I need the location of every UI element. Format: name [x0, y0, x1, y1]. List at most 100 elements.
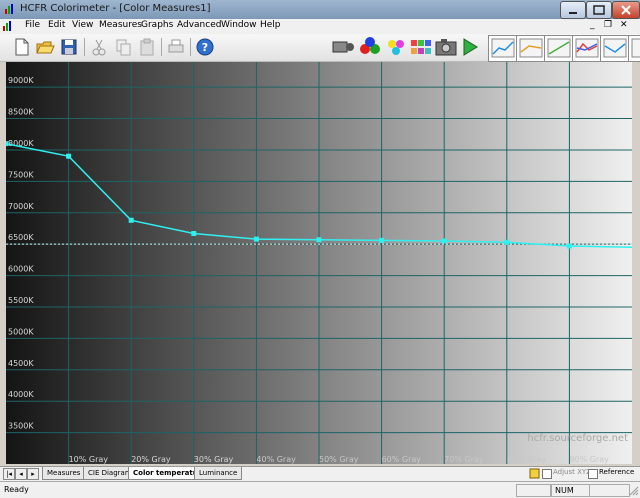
copy-icon[interactable]: [112, 36, 134, 58]
y-tick-label: 7000K: [8, 202, 34, 211]
graph6-button[interactable]: [628, 35, 640, 62]
y-tick-label: 9000K: [8, 76, 34, 85]
svg-text:?: ?: [202, 41, 208, 54]
data-point: [379, 237, 385, 243]
y-tick-label: 4500K: [8, 359, 34, 368]
child-close-icon[interactable]: ✕: [620, 20, 628, 30]
graph4-button[interactable]: [572, 35, 602, 62]
graph6-icon: [631, 38, 640, 58]
data-point: [566, 243, 572, 249]
x-tick-label: 80% Gray: [507, 455, 547, 464]
graph1-icon: [491, 38, 515, 58]
window-title: HCFR Colorimeter - [Color Measures1]: [20, 3, 211, 14]
toolbar-separator: [161, 38, 162, 56]
adjust-icon: [529, 468, 540, 479]
x-tick-label: 30% Gray: [194, 455, 234, 464]
close-button[interactable]: [612, 1, 640, 19]
open-icon[interactable]: [34, 36, 56, 58]
adjust-xyz-checkbox[interactable]: [542, 469, 552, 479]
x-tick-label: 90% Gray: [569, 455, 609, 464]
y-tick-label: 6000K: [8, 265, 34, 274]
tab-prev-button[interactable]: ◂: [15, 468, 27, 480]
app-icon: [5, 4, 13, 14]
rgb-measure-icon[interactable]: [357, 36, 383, 58]
sensor-icon[interactable]: [330, 36, 356, 58]
data-point: [6, 141, 9, 147]
tab-luminance[interactable]: Luminance: [194, 467, 243, 480]
reference-checkbox[interactable]: [588, 469, 598, 479]
camera-icon[interactable]: [433, 36, 459, 58]
graph2-icon: [519, 38, 543, 58]
adjust-xyz-label: Adjust XYZ: [553, 468, 591, 476]
graph2-button[interactable]: [516, 35, 546, 62]
status-ready: Ready: [4, 485, 29, 494]
menu-window[interactable]: Window: [221, 20, 257, 30]
y-tick-label: 8500K: [8, 108, 34, 117]
menu-advanced[interactable]: Advanced: [177, 20, 221, 30]
child-restore-icon[interactable]: ❐: [604, 20, 612, 30]
title-bar: HCFR Colorimeter - [Color Measures1]: [0, 0, 640, 19]
data-point: [441, 238, 447, 244]
x-tick-label: 20% Gray: [131, 455, 171, 464]
y-tick-label: 5000K: [8, 327, 34, 336]
graph3-icon: [547, 38, 571, 58]
menu-edit[interactable]: Edit: [48, 20, 65, 30]
x-tick-label: 40% Gray: [256, 455, 296, 464]
status-bar: Ready NUM: [0, 481, 640, 498]
data-point: [128, 217, 134, 223]
maximize-button[interactable]: [586, 1, 612, 19]
resize-grip-icon[interactable]: [628, 485, 639, 496]
x-tick-label: 50% Gray: [319, 455, 359, 464]
menu-measures[interactable]: Measures: [99, 20, 142, 30]
graph1-button[interactable]: [488, 35, 518, 62]
print-icon[interactable]: [165, 36, 187, 58]
x-tick-label: 60% Gray: [382, 455, 422, 464]
maximize-icon: [593, 5, 605, 15]
x-tick-label: 10% Gray: [69, 455, 109, 464]
new-icon[interactable]: [10, 36, 32, 58]
data-point: [316, 237, 322, 243]
color-measure-icon[interactable]: [383, 36, 409, 58]
menu-help[interactable]: Help: [260, 20, 281, 30]
satur-measure-icon[interactable]: [408, 36, 434, 58]
data-point: [504, 239, 510, 245]
menu-file[interactable]: File: [25, 20, 40, 30]
x-axis-ticks: 10% Gray 20% Gray 30% Gray 40% Gray 50% Gray…: [69, 455, 610, 464]
minimize-button[interactable]: [560, 1, 586, 19]
graph4-icon: [575, 38, 599, 58]
paste-icon[interactable]: [136, 36, 158, 58]
x-tick-label: 70% Gray: [444, 455, 484, 464]
menu-view[interactable]: View: [72, 20, 93, 30]
y-tick-label: 3500K: [8, 422, 34, 431]
sheet-tab-bar: |◂ ◂ ▸ Measures CIE Diagram Color temper…: [0, 466, 640, 481]
menu-bar: File Edit View Measures Graphs Advanced …: [0, 19, 640, 34]
data-point: [191, 230, 197, 236]
save-icon[interactable]: [58, 36, 80, 58]
cut-icon[interactable]: [88, 36, 110, 58]
status-panel: [516, 484, 551, 497]
status-num: NUM: [551, 484, 590, 497]
data-point: [253, 236, 259, 242]
menu-graphs[interactable]: Graphs: [141, 20, 173, 30]
child-minimize-icon[interactable]: _: [590, 20, 595, 30]
watermark-label: hcfr.sourceforge.net: [527, 433, 628, 444]
help-icon[interactable]: ?: [194, 36, 216, 58]
color-temperature-chart[interactable]: 9000K8500K8000K7500K7000K6500K6000K5500K…: [6, 62, 632, 464]
document-icon[interactable]: [3, 21, 14, 31]
toolbar-separator: [84, 38, 85, 56]
tab-next-button[interactable]: ▸: [27, 468, 39, 480]
y-tick-label: 6500K: [8, 233, 34, 242]
tab-first-button[interactable]: |◂: [3, 468, 15, 480]
close-icon: [621, 5, 631, 15]
y-tick-label: 7500K: [8, 170, 34, 179]
data-point: [66, 153, 72, 159]
minimize-icon: [569, 12, 577, 14]
tab-measures[interactable]: Measures: [42, 467, 86, 480]
graph3-button[interactable]: [544, 35, 574, 62]
reference-label: Reference: [599, 468, 635, 476]
y-tick-label: 4000K: [8, 390, 34, 399]
graph5-button[interactable]: [600, 35, 630, 62]
play-icon[interactable]: [458, 36, 482, 58]
status-panel: [589, 484, 630, 497]
graph5-icon: [603, 38, 627, 58]
